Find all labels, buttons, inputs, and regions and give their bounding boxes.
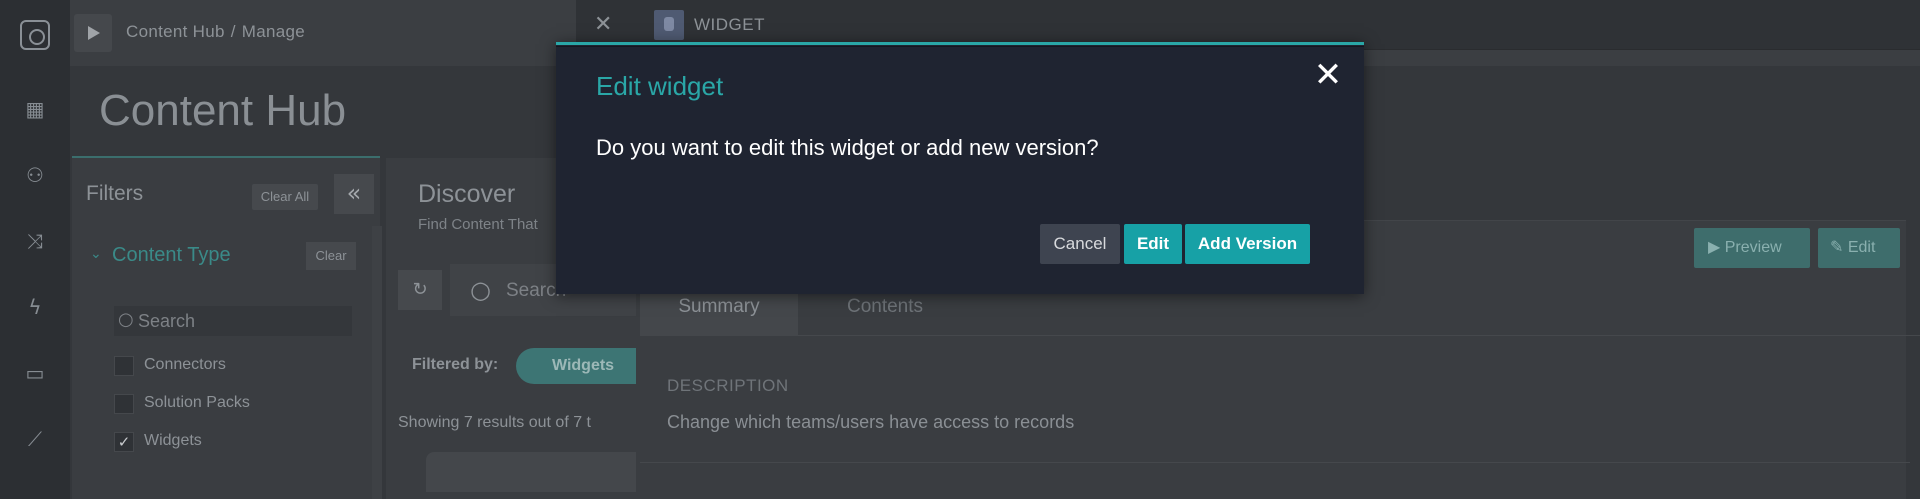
result-card[interactable] bbox=[426, 452, 636, 492]
detail-edit-button[interactable]: ✎ Edit bbox=[1818, 228, 1900, 268]
filtered-by-label: Filtered by: bbox=[412, 356, 499, 373]
filter-option-label: Widgets bbox=[144, 432, 202, 449]
refresh-icon[interactable]: ↻ bbox=[398, 270, 442, 310]
description-text: Change which teams/users have access to … bbox=[667, 412, 1075, 432]
discover-title: Discover bbox=[418, 180, 516, 208]
lightning-icon[interactable]: ϟ bbox=[22, 294, 48, 320]
detail-type-label: WIDGET bbox=[694, 15, 765, 34]
cancel-button[interactable]: Cancel bbox=[1040, 224, 1120, 264]
checkbox[interactable] bbox=[114, 356, 134, 376]
search-icon: ○ bbox=[118, 309, 134, 330]
divider bbox=[640, 462, 1910, 463]
sidebar-toggle-button[interactable] bbox=[74, 14, 112, 52]
app-root: ▦ ⚇ ⤨ ϟ ▭ ⟋ Content Hub / Manage Content H… bbox=[0, 0, 1920, 499]
content-type-clear-button[interactable]: Clear bbox=[306, 242, 356, 270]
widget-icon bbox=[654, 10, 684, 40]
filter-search-placeholder: Search bbox=[138, 311, 196, 331]
breadcrumb-current: Manage bbox=[241, 22, 306, 41]
filters-title: Filters bbox=[86, 182, 144, 205]
close-icon[interactable]: ✕ bbox=[1310, 57, 1346, 93]
preview-button[interactable]: ▶ Preview bbox=[1694, 228, 1810, 268]
breadcrumb: Content Hub / Manage bbox=[126, 22, 305, 42]
breadcrumb-separator: / bbox=[230, 22, 236, 41]
logo-icon[interactable] bbox=[20, 20, 50, 50]
shuffle-icon[interactable]: ⤨ bbox=[22, 228, 48, 254]
close-icon[interactable]: ✕ bbox=[594, 12, 612, 37]
add-version-button[interactable]: Add Version bbox=[1185, 224, 1310, 264]
chevron-down-icon[interactable]: ⌄ bbox=[90, 246, 102, 262]
briefcase-icon[interactable]: ▭ bbox=[22, 360, 48, 386]
filter-option-label: Connectors bbox=[144, 356, 226, 373]
discover-subtitle: Find Content That bbox=[418, 216, 538, 233]
active-filter-pill[interactable]: Widgets bbox=[516, 348, 636, 384]
dialog-message: Do you want to edit this widget or add n… bbox=[596, 135, 1099, 160]
teams-icon[interactable]: ⚇ bbox=[22, 162, 48, 188]
edit-widget-dialog: Edit widget ✕ Do you want to edit this w… bbox=[556, 42, 1364, 294]
breadcrumb-root[interactable]: Content Hub bbox=[126, 22, 225, 41]
page-title: Content Hub bbox=[99, 86, 347, 135]
checkbox-checked[interactable]: ✓ bbox=[114, 432, 134, 452]
checkbox[interactable] bbox=[114, 394, 134, 414]
search-icon: ○ bbox=[470, 276, 491, 304]
filter-search-input[interactable]: ○ Search bbox=[114, 306, 352, 336]
results-count: Showing 7 results out of 7 t bbox=[398, 414, 591, 431]
filters-panel: Filters Clear All « ⌄ Content Type Clear… bbox=[72, 156, 380, 499]
content-type-heading[interactable]: Content Type bbox=[112, 244, 231, 267]
dialog-title: Edit widget bbox=[596, 71, 724, 101]
clear-all-button[interactable]: Clear All bbox=[252, 184, 318, 210]
icon-rail: ▦ ⚇ ⤨ ϟ ▭ ⟋ bbox=[0, 0, 70, 499]
filter-option-label: Solution Packs bbox=[144, 394, 250, 411]
edit-button[interactable]: Edit bbox=[1124, 224, 1182, 264]
chart-icon[interactable]: ⟋ bbox=[22, 426, 48, 452]
dashboard-icon[interactable]: ▦ bbox=[22, 96, 48, 122]
description-label: DESCRIPTION bbox=[667, 376, 789, 395]
filters-scrollbar[interactable] bbox=[372, 226, 382, 499]
collapse-filters-icon[interactable]: « bbox=[334, 174, 374, 214]
